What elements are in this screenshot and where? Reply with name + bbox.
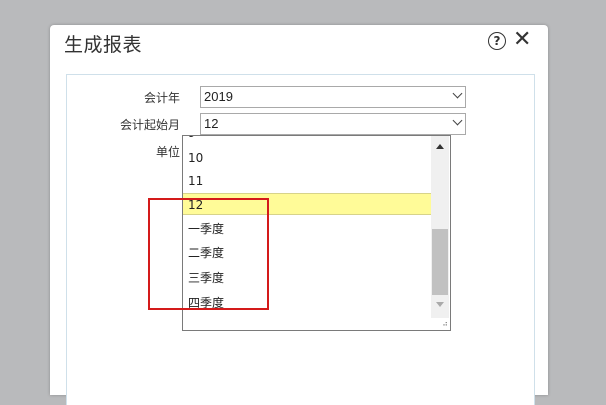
scrollbar-thumb[interactable] (432, 229, 448, 295)
dropdown-option[interactable]: 11 (183, 170, 431, 192)
scroll-down-icon[interactable] (436, 302, 444, 307)
resize-grip-icon[interactable]: ⠴ (442, 320, 448, 328)
help-icon[interactable]: ? (488, 32, 506, 50)
year-label: 会计年 (143, 91, 180, 105)
dropdown-option[interactable]: 10 (183, 147, 431, 169)
year-select-value: 2019 (204, 89, 233, 104)
red-highlight-box (148, 198, 269, 310)
chevron-down-icon (452, 88, 463, 99)
close-icon[interactable]: ✕ (513, 26, 531, 54)
unit-label: 单位 (155, 145, 180, 159)
scroll-up-icon[interactable] (436, 144, 444, 149)
year-select[interactable]: 2019 (200, 86, 466, 108)
start-month-label: 会计起始月 (119, 118, 180, 132)
start-month-select[interactable]: 12 (200, 113, 466, 135)
dialog-title: 生成报表 (64, 34, 143, 56)
dropdown-scrollbar[interactable] (431, 136, 449, 318)
start-month-select-value: 12 (204, 116, 219, 131)
chevron-down-icon (452, 115, 463, 126)
dropdown-option[interactable]: 9 (183, 136, 431, 144)
